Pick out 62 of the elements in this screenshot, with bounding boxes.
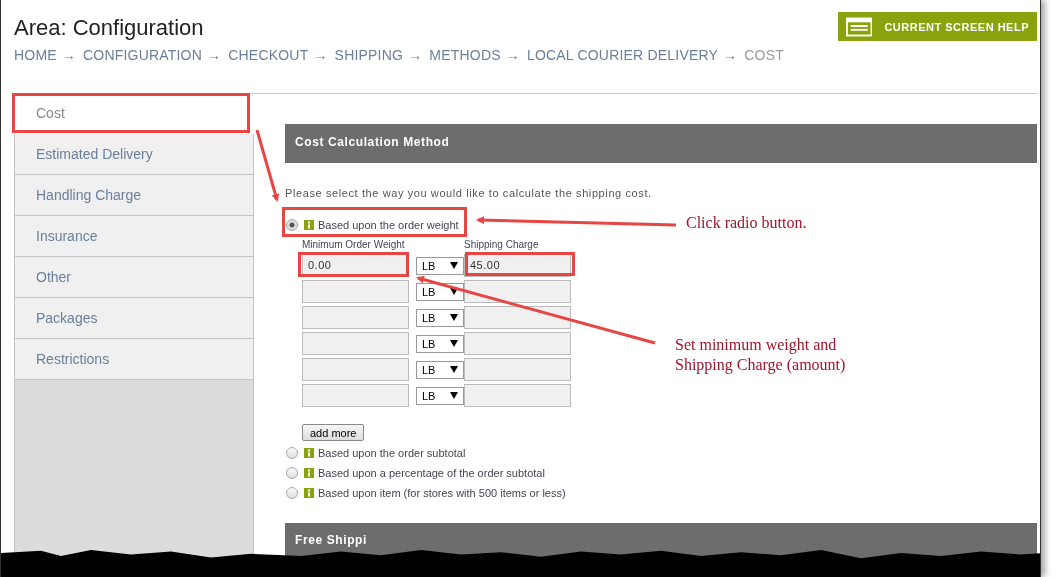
option-label: Based upon item (for stores with 500 items or less) [318,487,566,499]
sidebar-item[interactable]: Other [14,257,254,298]
sidebar-item[interactable]: Insurance [14,216,254,257]
option-label: Based upon a percentage of the order subtotal [318,467,545,479]
caret-icon [450,366,458,373]
charge-field[interactable] [464,384,571,407]
weight-field[interactable] [302,280,409,303]
info-icon[interactable] [304,448,314,458]
page-title: Area: Configuration [14,14,205,42]
option-label: Based upon the order weight [318,219,459,231]
breadcrumb-link[interactable]: CHECKOUT [228,47,309,63]
caret-icon [450,392,458,399]
callout-text: Set minimum weight and Shipping Charge (amount) [675,335,847,375]
caret-icon [450,314,458,321]
info-icon[interactable] [304,468,314,478]
radio-button[interactable] [286,447,298,459]
caret-icon [450,262,458,269]
section-header: Cost Calculation Method [285,124,1037,163]
option-label: Based upon the order subtotal [318,447,466,459]
help-button[interactable]: CURRENT SCREEN HELP [838,12,1037,41]
unit-dropdown[interactable]: LB [416,308,464,327]
charge-field[interactable] [464,358,571,381]
unit-dropdown[interactable]: LB [416,360,464,379]
weight-field[interactable] [302,358,409,381]
unit-dropdown[interactable]: LB [416,256,464,275]
radio-button[interactable] [286,487,298,499]
breadcrumb-separator: → [207,47,222,63]
charge-field[interactable] [464,280,571,303]
sidebar-item[interactable]: Packages [14,298,254,339]
callout-text: Click radio button. [686,213,807,233]
radio-button[interactable] [286,219,298,231]
unit-dropdown[interactable]: LB [416,334,464,353]
instruction-text: Please select the way you would like to calculate the shipping cost. [285,187,653,199]
breadcrumb-separator: → [505,47,520,63]
sidebar-item[interactable]: Handling Charge [14,175,254,216]
breadcrumb-link[interactable]: CONFIGURATION [83,47,203,63]
charge-field[interactable] [464,332,571,355]
breadcrumb-link[interactable]: HOME [14,47,57,63]
radio-button[interactable] [286,467,298,479]
column-label: Shipping Charge [464,239,540,251]
breadcrumb-link[interactable]: SHIPPING [334,47,404,63]
sidebar-item[interactable]: Estimated Delivery [14,134,254,175]
breadcrumb-separator: → [408,47,423,63]
breadcrumb-link[interactable]: METHODS [429,47,501,63]
help-screen-icon [846,16,873,37]
sidebar-item[interactable]: Restrictions [14,339,254,380]
info-icon[interactable] [304,220,314,230]
charge-field[interactable] [464,306,571,329]
weight-field[interactable] [302,384,409,407]
caret-icon [450,340,458,347]
weight-field[interactable] [302,332,409,355]
breadcrumb-current: COST [744,47,784,63]
breadcrumb-separator: → [61,47,76,63]
breadcrumb-separator: → [313,47,328,63]
breadcrumb-link[interactable]: LOCAL COURIER DELIVERY [526,47,719,63]
column-label: Minimum Order Weight [302,239,406,251]
breadcrumb-separator: → [723,47,738,63]
info-icon[interactable] [304,488,314,498]
add-more-button[interactable]: add more [302,424,365,441]
unit-dropdown[interactable]: LB [416,386,464,405]
caret-icon [450,288,458,295]
weight-field[interactable] [302,306,409,329]
